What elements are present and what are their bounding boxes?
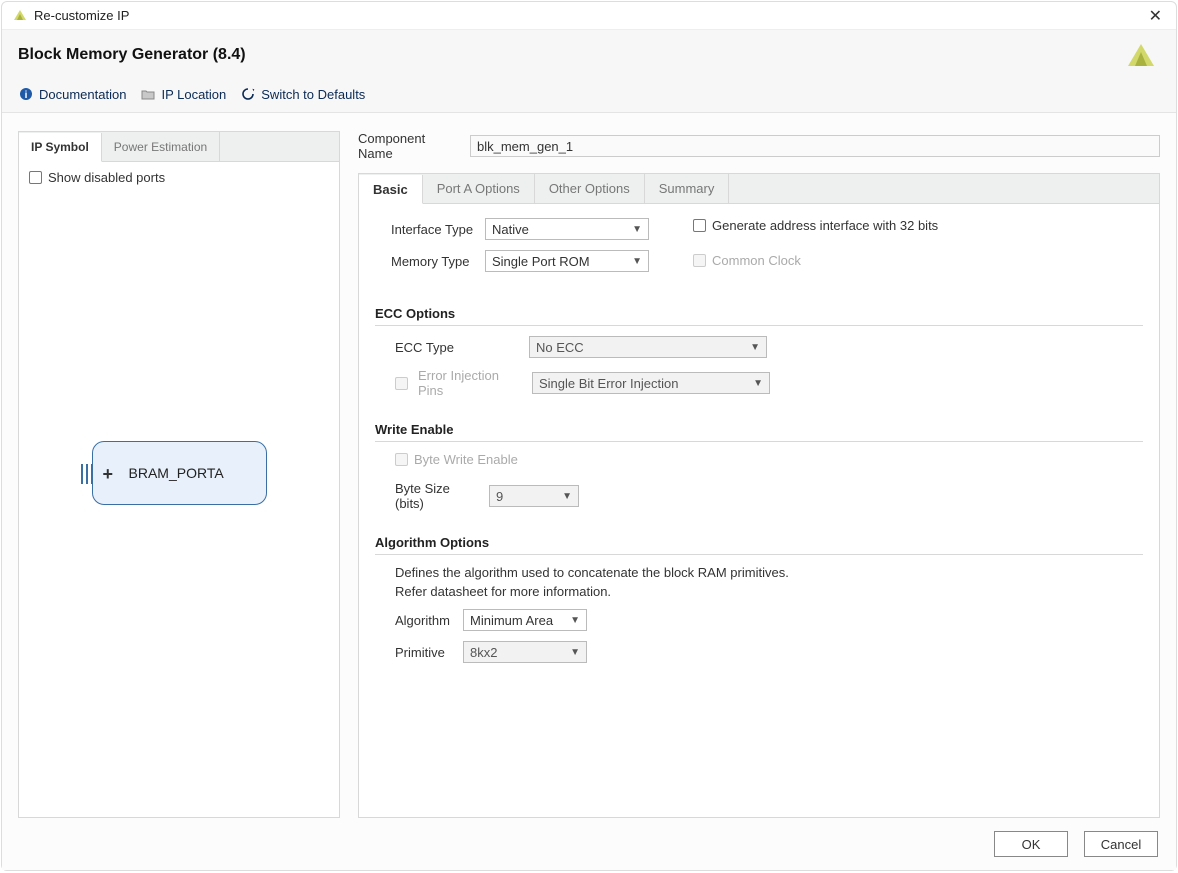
- gen-addr-32bit-checkbox[interactable]: [693, 219, 706, 232]
- ecc-type-label: ECC Type: [395, 340, 519, 355]
- left-body: Show disabled ports + BRAM_PORTA: [19, 162, 339, 817]
- tab-port-a-options[interactable]: Port A Options: [423, 174, 535, 203]
- ecc-type-row: ECC Type No ECC ▼: [395, 336, 1143, 358]
- tab-basic-content: Interface Type Native ▼ Memory Type Sing…: [358, 203, 1160, 818]
- header: Block Memory Generator (8.4) i Documenta…: [2, 30, 1176, 113]
- primitive-select: 8kx2 ▼: [463, 641, 587, 663]
- port-connector-icon: [81, 464, 93, 484]
- show-disabled-ports-row: Show disabled ports: [29, 170, 329, 185]
- refresh-icon: [240, 86, 256, 102]
- folder-icon: [140, 86, 156, 102]
- window: Re-customize IP ✕ Block Memory Generator…: [1, 1, 1177, 871]
- component-name-input[interactable]: [470, 135, 1160, 157]
- main-tabs: Basic Port A Options Other Options Summa…: [358, 173, 1160, 203]
- write-enable-section: Write Enable Byte Write Enable Byte Size…: [375, 422, 1143, 511]
- byte-size-select: 9 ▼: [489, 485, 579, 507]
- algorithm-select[interactable]: Minimum Area ▼: [463, 609, 587, 631]
- tab-other-options[interactable]: Other Options: [535, 174, 645, 203]
- left-tabs: IP Symbol Power Estimation: [19, 132, 339, 162]
- show-disabled-ports-checkbox[interactable]: [29, 171, 42, 184]
- body: IP Symbol Power Estimation Show disabled…: [2, 113, 1176, 818]
- byte-write-enable-checkbox: [395, 453, 408, 466]
- algorithm-options-title: Algorithm Options: [375, 535, 1143, 550]
- common-clock-checkbox: [693, 254, 706, 267]
- chevron-down-icon: ▼: [632, 256, 642, 267]
- tab-ip-symbol[interactable]: IP Symbol: [19, 133, 102, 162]
- memory-type-select[interactable]: Single Port ROM ▼: [485, 250, 649, 272]
- footer: OK Cancel: [2, 818, 1176, 870]
- ecc-type-value: No ECC: [536, 340, 584, 355]
- expand-icon: +: [103, 464, 114, 485]
- byte-size-value: 9: [496, 489, 503, 504]
- tab-summary[interactable]: Summary: [645, 174, 730, 203]
- window-title: Re-customize IP: [34, 8, 1145, 23]
- ok-button[interactable]: OK: [994, 831, 1068, 857]
- memory-type-row: Memory Type Single Port ROM ▼: [391, 250, 649, 272]
- chevron-down-icon: ▼: [570, 615, 580, 626]
- byte-write-enable-row: Byte Write Enable: [395, 452, 1143, 467]
- algorithm-row: Algorithm Minimum Area ▼: [395, 609, 1143, 631]
- primitive-row: Primitive 8kx2 ▼: [395, 641, 1143, 663]
- ip-location-link[interactable]: IP Location: [140, 86, 226, 102]
- byte-size-row: Byte Size (bits) 9 ▼: [395, 481, 1143, 511]
- error-injection-row: Error Injection Pins Single Bit Error In…: [395, 368, 1143, 398]
- chevron-down-icon: ▼: [570, 647, 580, 658]
- cancel-button[interactable]: Cancel: [1084, 831, 1158, 857]
- common-clock-row: Common Clock: [693, 253, 938, 268]
- algorithm-desc-2: Refer datasheet for more information.: [395, 584, 1143, 599]
- component-name-row: Component Name: [358, 131, 1160, 161]
- close-button[interactable]: ✕: [1145, 6, 1166, 26]
- error-injection-select: Single Bit Error Injection ▼: [532, 372, 770, 394]
- primitive-label: Primitive: [395, 645, 453, 660]
- interface-type-value: Native: [492, 222, 529, 237]
- error-injection-pins-label: Error Injection Pins: [418, 368, 522, 398]
- documentation-label: Documentation: [39, 87, 126, 102]
- app-icon: [12, 8, 28, 24]
- titlebar: Re-customize IP ✕: [2, 2, 1176, 30]
- vendor-logo-icon: [1122, 38, 1160, 79]
- show-disabled-ports-label: Show disabled ports: [48, 170, 165, 185]
- primitive-value: 8kx2: [470, 645, 497, 660]
- write-enable-title: Write Enable: [375, 422, 1143, 437]
- memory-type-label: Memory Type: [391, 254, 475, 269]
- interface-type-label: Interface Type: [391, 222, 475, 237]
- svg-text:i: i: [25, 90, 28, 101]
- memory-type-value: Single Port ROM: [492, 254, 590, 269]
- chevron-down-icon: ▼: [562, 491, 572, 502]
- bram-port-label: BRAM_PORTA: [129, 465, 224, 481]
- ecc-options-section: ECC Options ECC Type No ECC ▼ Erro: [375, 306, 1143, 398]
- switch-defaults-link[interactable]: Switch to Defaults: [240, 86, 365, 102]
- interface-type-row: Interface Type Native ▼: [391, 218, 649, 240]
- chevron-down-icon: ▼: [753, 378, 763, 389]
- gen-addr-32bit-label: Generate address interface with 32 bits: [712, 218, 938, 233]
- common-clock-label: Common Clock: [712, 253, 801, 268]
- component-name-label: Component Name: [358, 131, 462, 161]
- left-panel: IP Symbol Power Estimation Show disabled…: [18, 131, 340, 818]
- chevron-down-icon: ▼: [632, 224, 642, 235]
- byte-size-label: Byte Size (bits): [395, 481, 479, 511]
- tab-basic[interactable]: Basic: [359, 175, 423, 204]
- bram-port-block[interactable]: + BRAM_PORTA: [92, 441, 267, 505]
- switch-defaults-label: Switch to Defaults: [261, 87, 365, 102]
- documentation-link[interactable]: i Documentation: [18, 86, 126, 102]
- byte-write-enable-label: Byte Write Enable: [414, 452, 518, 467]
- error-injection-pins-checkbox: [395, 377, 408, 390]
- tab-power-estimation[interactable]: Power Estimation: [102, 132, 220, 161]
- error-injection-value: Single Bit Error Injection: [539, 376, 678, 391]
- gen-addr-32bit-row: Generate address interface with 32 bits: [693, 218, 938, 233]
- toolbar: i Documentation IP Location Switch to De…: [18, 86, 1160, 102]
- ip-symbol-area: + BRAM_PORTA: [29, 193, 329, 753]
- algorithm-options-section: Algorithm Options Defines the algorithm …: [375, 535, 1143, 663]
- algorithm-desc-1: Defines the algorithm used to concatenat…: [395, 565, 1143, 580]
- right-panel: Component Name Basic Port A Options Othe…: [358, 131, 1160, 818]
- interface-type-select[interactable]: Native ▼: [485, 218, 649, 240]
- ip-location-label: IP Location: [161, 87, 226, 102]
- ip-title: Block Memory Generator (8.4): [18, 46, 1160, 64]
- info-icon: i: [18, 86, 34, 102]
- ecc-options-title: ECC Options: [375, 306, 1143, 321]
- algorithm-value: Minimum Area: [470, 613, 553, 628]
- chevron-down-icon: ▼: [750, 342, 760, 353]
- algorithm-label: Algorithm: [395, 613, 453, 628]
- ecc-type-select: No ECC ▼: [529, 336, 767, 358]
